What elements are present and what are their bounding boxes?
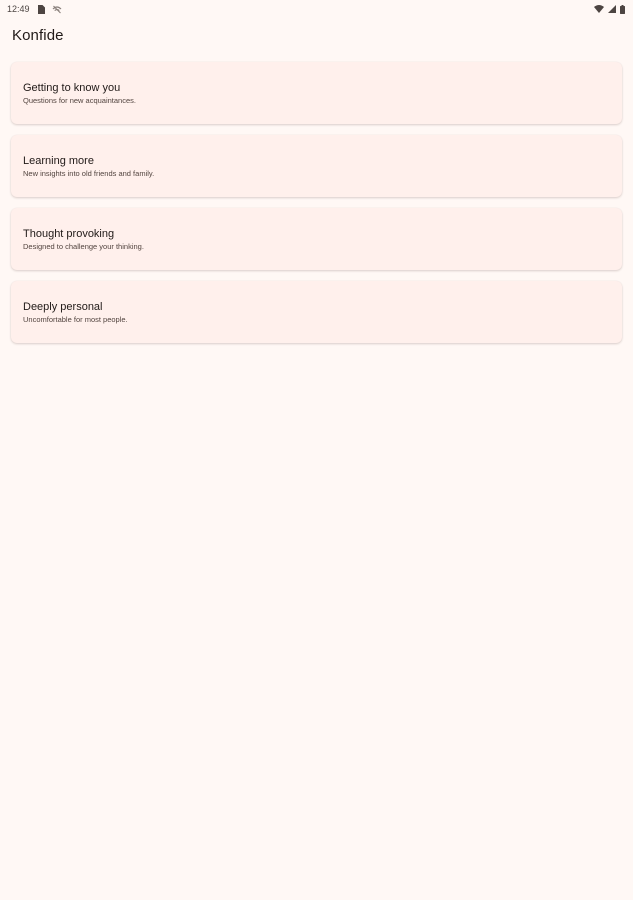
category-subtitle: Uncomfortable for most people.: [23, 315, 128, 324]
status-time: 12:49: [7, 4, 30, 14]
status-bar: 12:49: [0, 0, 633, 18]
category-card-getting-to-know-you[interactable]: Getting to know you Questions for new ac…: [11, 62, 622, 124]
category-subtitle: Questions for new acquaintances.: [23, 96, 136, 105]
category-subtitle: New insights into old friends and family…: [23, 169, 155, 178]
category-list: Getting to know you Questions for new ac…: [11, 62, 622, 354]
category-title: Getting to know you: [23, 82, 121, 94]
battery-icon: [620, 4, 625, 14]
category-title: Learning more: [23, 155, 94, 167]
category-title: Deeply personal: [23, 301, 103, 313]
cellular-signal-icon: [608, 5, 616, 13]
wifi-icon: [594, 5, 604, 13]
app-title: Konfide: [12, 27, 64, 44]
status-bar-right: [594, 4, 625, 14]
category-subtitle: Designed to challenge your thinking.: [23, 242, 144, 251]
category-card-deeply-personal[interactable]: Deeply personal Uncomfortable for most p…: [11, 281, 622, 343]
category-title: Thought provoking: [23, 228, 115, 240]
status-bar-left: 12:49: [7, 4, 62, 14]
category-card-learning-more[interactable]: Learning more New insights into old frie…: [11, 135, 622, 197]
sim-card-icon: [37, 4, 45, 14]
no-signal-icon: [52, 5, 62, 14]
category-card-thought-provoking[interactable]: Thought provoking Designed to challenge …: [11, 208, 622, 270]
